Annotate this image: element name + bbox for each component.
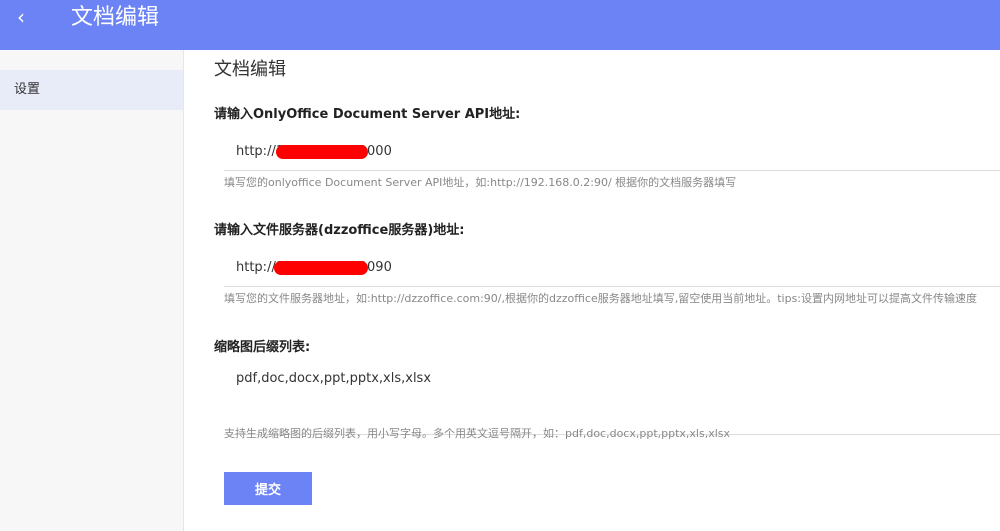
onlyoffice-api-help: 填写您的onlyoffice Document Server API地址，如:h…	[224, 176, 737, 189]
top-bar: ‹ 文档编辑	[0, 0, 1000, 50]
thumbnail-ext-label: 缩略图后缀列表:	[214, 340, 311, 355]
sidebar: 设置	[0, 50, 184, 531]
submit-button[interactable]: 提交	[224, 472, 312, 505]
thumbnail-ext-textarea[interactable]: pdf,doc,docx,ppt,pptx,xls,xlsx	[224, 358, 936, 430]
sidebar-item-settings[interactable]: 设置	[0, 70, 183, 110]
onlyoffice-api-label: 请输入OnlyOffice Document Server API地址:	[214, 107, 521, 122]
app-title: 文档编辑	[71, 5, 160, 30]
redaction-mark	[276, 145, 368, 159]
file-server-help: 填写您的文件服务器地址，如:http://dzzoffice.com:90/,根…	[224, 292, 978, 305]
page-title: 文档编辑	[214, 59, 286, 80]
main-content: 文档编辑 请输入OnlyOffice Document Server API地址…	[184, 50, 1000, 531]
back-arrow-icon[interactable]: ‹	[10, 6, 32, 28]
file-server-label: 请输入文件服务器(dzzoffice服务器)地址:	[214, 223, 465, 238]
redaction-mark	[274, 261, 368, 275]
thumbnail-ext-help: 支持生成缩略图的后缀列表，用小写字母。多个用英文逗号隔开，如：pdf,doc,d…	[224, 427, 731, 440]
thumbnail-ext-field: pdf,doc,docx,ppt,pptx,xls,xlsx	[224, 358, 1000, 435]
